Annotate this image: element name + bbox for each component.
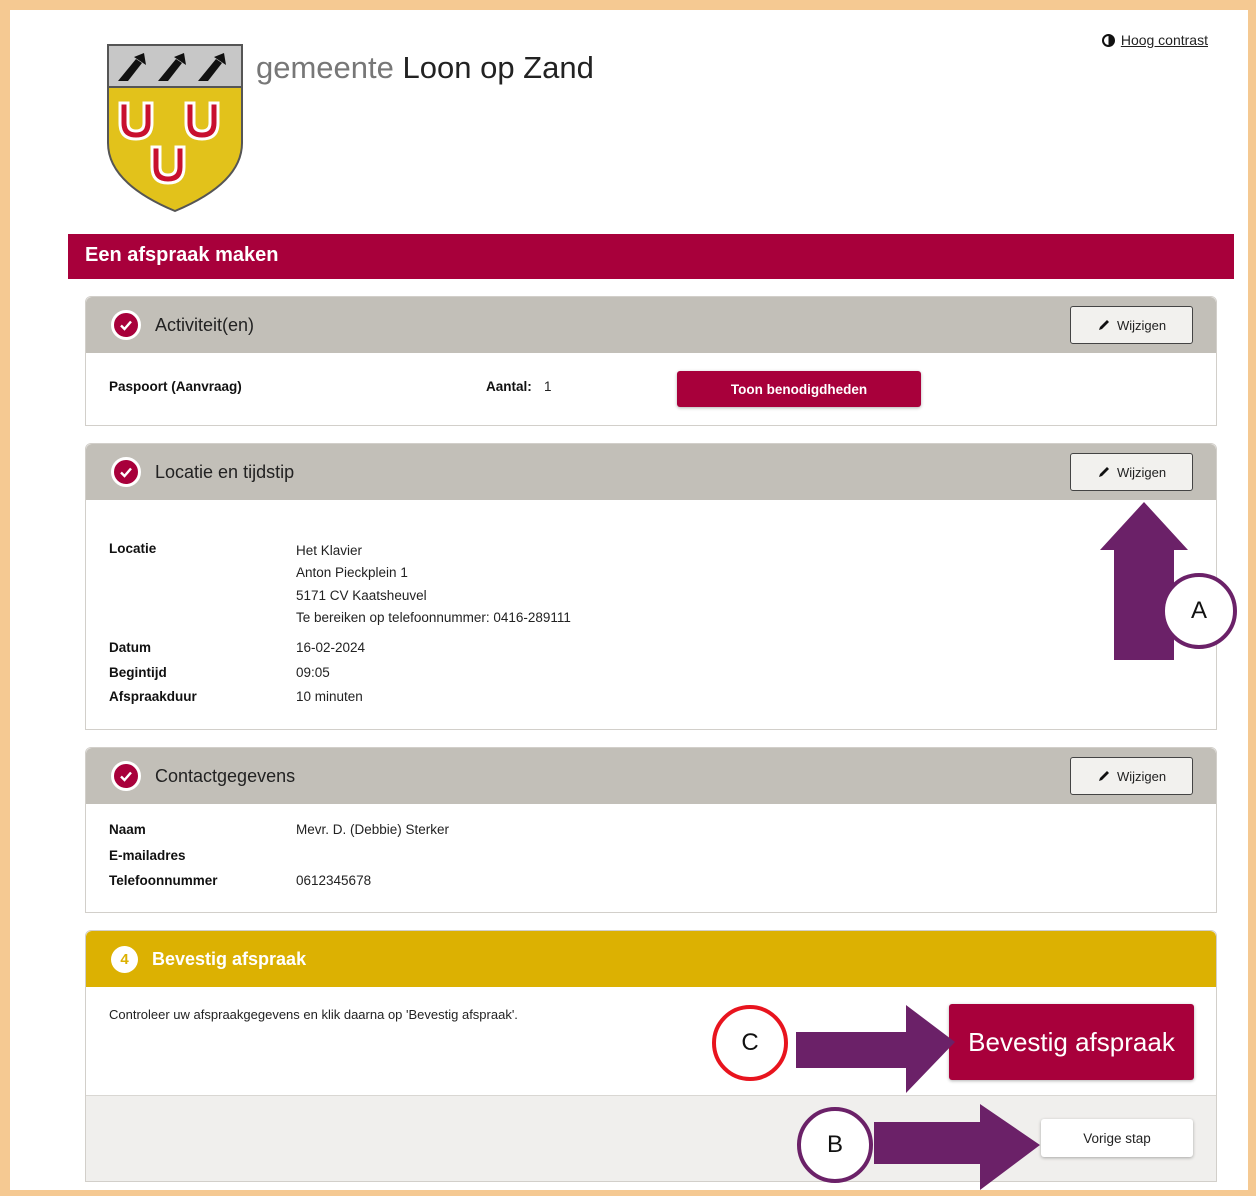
- phone-value: 0612345678: [296, 873, 372, 888]
- contact-panel: Contactgegevens Wijzigen Naam Mevr. D. (…: [85, 747, 1217, 913]
- pencil-icon: [1098, 320, 1109, 330]
- email-label: E-mailadres: [109, 848, 186, 863]
- confirm-panel: 4 Bevestig afspraak Controleer uw afspra…: [85, 930, 1217, 1182]
- date-label: Datum: [109, 640, 152, 655]
- high-contrast-label[interactable]: Hoog contrast: [1121, 32, 1208, 48]
- address-line: Te bereiken op telefoonnummer: 0416-2891…: [296, 610, 571, 625]
- annotation-label-b: B: [797, 1107, 873, 1183]
- address-line: Het Klavier: [296, 543, 363, 558]
- municipality-name: gemeente Loon op Zand: [256, 50, 594, 86]
- high-contrast-link[interactable]: Hoog contrast: [1101, 32, 1208, 48]
- edit-label: Wijzigen: [1116, 317, 1167, 333]
- pencil-icon: [1098, 467, 1109, 477]
- activities-title: Activiteit(en): [155, 314, 255, 335]
- check-circle-icon: [111, 457, 141, 487]
- contrast-icon: [1101, 33, 1115, 47]
- contact-title: Contactgegevens: [155, 765, 296, 786]
- confirm-title: Bevestig afspraak: [152, 948, 307, 969]
- show-requirements-button[interactable]: Toon benodigdheden: [677, 371, 921, 407]
- edit-label: Wijzigen: [1116, 768, 1167, 784]
- page-title: Een afspraak maken: [68, 234, 1234, 279]
- address-line: 5171 CV Kaatsheuvel: [296, 588, 427, 603]
- count-label: Aantal:: [486, 379, 532, 394]
- step-number-badge: 4: [111, 945, 138, 973]
- activity-name: Paspoort (Aanvraag): [109, 379, 242, 394]
- pencil-icon: [1098, 771, 1109, 781]
- location-title: Locatie en tijdstip: [155, 461, 295, 482]
- address-line: Anton Pieckplein 1: [296, 565, 408, 580]
- confirm-instruction: Controleer uw afspraakgegevens en klik d…: [109, 1007, 518, 1022]
- date-value: 16-02-2024: [296, 640, 366, 655]
- confirm-header: 4 Bevestig afspraak: [86, 931, 1216, 987]
- previous-step-button[interactable]: Vorige stap: [1041, 1119, 1193, 1157]
- annotation-label-a: A: [1161, 573, 1237, 649]
- start-time-value: 09:05: [296, 665, 330, 680]
- location-label: Locatie: [109, 541, 157, 556]
- confirm-appointment-button[interactable]: Bevestig afspraak: [949, 1004, 1194, 1080]
- check-circle-icon: [111, 310, 141, 340]
- duration-label: Afspraakduur: [109, 689, 197, 704]
- edit-contact-button[interactable]: Wijzigen: [1070, 757, 1193, 795]
- edit-location-button[interactable]: Wijzigen: [1070, 453, 1193, 491]
- phone-label: Telefoonnummer: [109, 873, 218, 888]
- edit-activities-button[interactable]: Wijzigen: [1070, 306, 1193, 344]
- coat-of-arms-logo: [107, 44, 243, 213]
- location-panel: Locatie en tijdstip Wijzigen Locatie Het…: [85, 443, 1217, 730]
- contact-header: Contactgegevens Wijzigen: [86, 748, 1216, 804]
- annotation-label-c: C: [712, 1005, 788, 1081]
- count-value: 1: [544, 379, 552, 394]
- brand-name: Loon op Zand: [402, 50, 594, 85]
- brand-prefix: gemeente: [256, 50, 394, 85]
- activities-header: Activiteit(en) Wijzigen: [86, 297, 1216, 353]
- location-header: Locatie en tijdstip Wijzigen: [86, 444, 1216, 500]
- duration-value: 10 minuten: [296, 689, 363, 704]
- name-label: Naam: [109, 822, 146, 837]
- edit-label: Wijzigen: [1116, 464, 1167, 480]
- confirm-footer: Vorige stap: [86, 1095, 1216, 1181]
- check-circle-icon: [111, 761, 141, 791]
- activities-panel: Activiteit(en) Wijzigen Paspoort (Aanvra…: [85, 296, 1217, 426]
- page: Hoog contrast gemeente Loon op Zand Een …: [10, 10, 1248, 1190]
- name-value: Mevr. D. (Debbie) Sterker: [296, 822, 450, 837]
- start-time-label: Begintijd: [109, 665, 167, 680]
